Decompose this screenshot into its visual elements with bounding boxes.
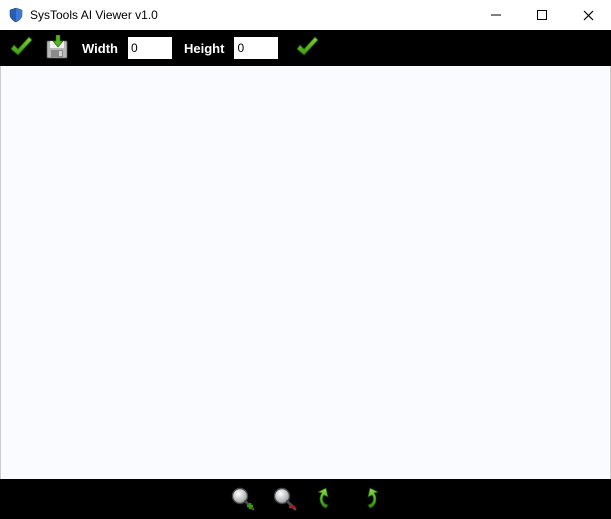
- viewer-canvas: [0, 66, 611, 479]
- zoom-out-icon[interactable]: [271, 485, 299, 513]
- width-label: Width: [82, 41, 118, 56]
- minimize-button[interactable]: [473, 0, 519, 30]
- rotate-right-icon[interactable]: [355, 485, 383, 513]
- height-input[interactable]: [234, 37, 278, 59]
- save-disk-icon[interactable]: [44, 35, 70, 61]
- checkmark-icon[interactable]: [8, 35, 34, 61]
- window-controls: [473, 0, 611, 30]
- app-shield-icon: [8, 7, 24, 23]
- apply-checkmark-icon[interactable]: [294, 35, 320, 61]
- close-button[interactable]: [565, 0, 611, 30]
- bottom-toolbar: [0, 479, 611, 519]
- width-input[interactable]: [128, 37, 172, 59]
- maximize-button[interactable]: [519, 0, 565, 30]
- rotate-left-icon[interactable]: [313, 485, 341, 513]
- titlebar: SysTools AI Viewer v1.0: [0, 0, 611, 30]
- window-title: SysTools AI Viewer v1.0: [30, 8, 158, 22]
- top-toolbar: Width Height: [0, 30, 611, 66]
- height-label: Height: [184, 41, 224, 56]
- zoom-in-icon[interactable]: [229, 485, 257, 513]
